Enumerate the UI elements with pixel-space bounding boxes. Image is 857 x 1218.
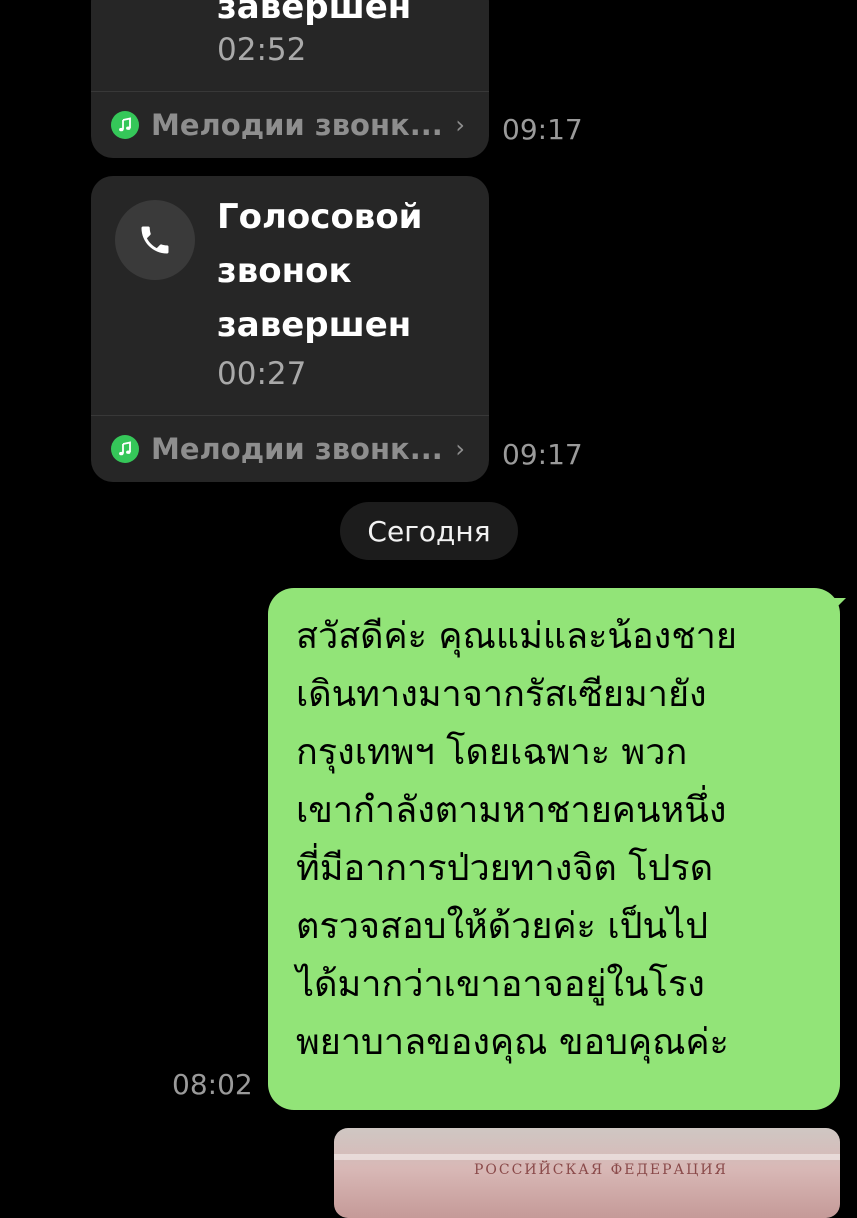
chevron-right-icon: › <box>455 111 465 139</box>
call-status-title: завершен <box>217 0 412 27</box>
call-duration: 02:52 <box>217 32 307 68</box>
call-status-title-line-2: звонок <box>217 251 352 291</box>
message-time: 09:17 <box>502 438 583 471</box>
ringtones-label: Мелодии звонк... <box>151 108 443 142</box>
phone-icon <box>115 200 195 280</box>
photo-message[interactable]: РОССИЙСКАЯ ФЕДЕРАЦИЯ <box>334 1128 840 1218</box>
message-text: สวัสดีค่ะ คุณแม่และน้องชาย เดินทางมาจากร… <box>296 616 737 1063</box>
music-note-icon <box>111 435 139 463</box>
bubble-tail <box>832 598 846 612</box>
ringtones-label: Мелодии звонк... <box>151 432 443 466</box>
message-time: 09:17 <box>502 113 583 146</box>
call-status-title-line-3: завершен <box>217 305 412 345</box>
chevron-right-icon: › <box>455 435 465 463</box>
date-separator: Сегодня <box>340 502 518 560</box>
message-time: 08:02 <box>172 1068 253 1101</box>
ringtones-link[interactable]: Мелодии звонк... › <box>91 91 489 158</box>
outgoing-message-bubble[interactable]: สวัสดีค่ะ คุณแม่และน้องชาย เดินทางมาจากร… <box>268 588 846 1110</box>
photo-caption-text: РОССИЙСКАЯ ФЕДЕРАЦИЯ <box>474 1162 728 1178</box>
call-message-bubble[interactable]: Голосовой звонок завершен 00:27 Мелодии … <box>91 176 489 482</box>
ringtones-link[interactable]: Мелодии звонк... › <box>91 415 489 482</box>
music-note-icon <box>111 111 139 139</box>
call-status-title-line-1: Голосовой <box>217 197 423 237</box>
call-message-bubble[interactable]: завершен 02:52 Мелодии звонк... › <box>91 0 489 158</box>
call-duration: 00:27 <box>217 356 307 392</box>
photo-detail <box>334 1154 840 1160</box>
